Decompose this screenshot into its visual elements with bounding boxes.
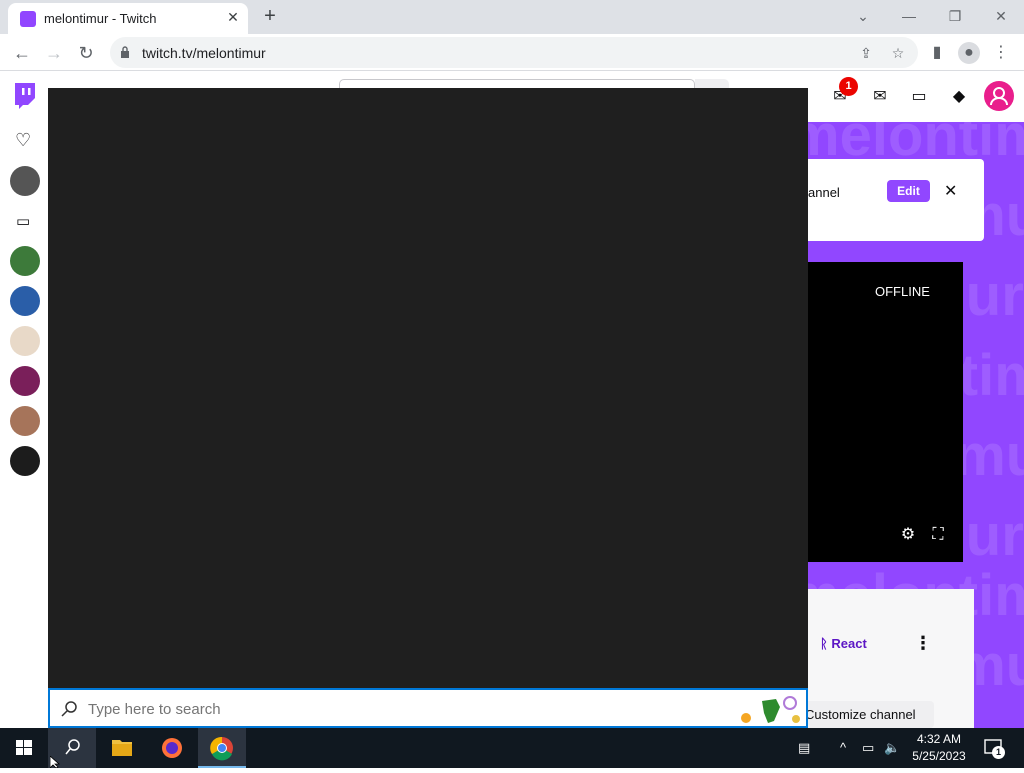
offline-video-player[interactable]: OFFLINE ⚙ ⛶	[808, 262, 963, 562]
browser-tab-strip: melontimur - Twitch ✕ + ⌄ — ❐ ✕	[0, 0, 1024, 34]
firefox-icon	[162, 738, 182, 758]
back-icon[interactable]: ←	[9, 40, 35, 66]
inbox-icon[interactable]: ✉	[869, 86, 891, 108]
twitch-logo-icon[interactable]	[13, 83, 37, 109]
browser-toolbar: ← → ↻ twitch.tv/melontimur ⇪ ☆ ▮ ● ⋮	[0, 34, 1024, 71]
search-icon	[61, 701, 77, 717]
restore-window-button[interactable]: ❐	[935, 2, 975, 30]
windows-taskbar: ▤ ^ ▭ 🔈 4:32 AM 5/25/2023 1	[0, 728, 1024, 768]
url-text[interactable]: twitch.tv/melontimur	[142, 45, 266, 61]
edit-button[interactable]: Edit	[887, 180, 930, 202]
share-icon[interactable]: ⇪	[858, 45, 874, 61]
twitch-favicon-icon	[20, 11, 36, 27]
user-avatar[interactable]	[984, 81, 1014, 111]
volume-icon[interactable]: 🔈	[884, 740, 900, 756]
react-button[interactable]: ᚱ React	[820, 636, 867, 651]
offline-label: OFFLINE	[875, 284, 930, 299]
mouse-cursor-icon	[50, 756, 61, 768]
taskbar-file-explorer[interactable]	[98, 728, 146, 768]
chrome-icon	[210, 736, 233, 761]
clock-date: 5/25/2023	[912, 749, 966, 763]
search-input[interactable]	[88, 698, 688, 720]
close-tab-icon[interactable]: ✕	[224, 8, 242, 26]
followed-channels-sidebar: ♡ ▭	[0, 122, 50, 728]
windows-logo-icon	[16, 740, 32, 755]
close-window-button[interactable]: ✕	[981, 2, 1021, 30]
customize-channel-button[interactable]: Customize channel	[800, 701, 934, 728]
channel-avatar[interactable]	[10, 406, 40, 436]
folder-icon	[112, 740, 132, 756]
forward-icon[interactable]: →	[41, 40, 67, 66]
channel-avatar[interactable]	[10, 166, 40, 196]
channel-avatar[interactable]	[10, 366, 40, 396]
new-tab-button[interactable]: +	[258, 4, 282, 28]
channel-avatar[interactable]	[10, 246, 40, 276]
fullscreen-icon[interactable]: ⛶	[929, 526, 947, 544]
whispers-icon[interactable]: ▭	[908, 86, 930, 108]
windows-search-box[interactable]	[48, 688, 808, 728]
taskbar-clock[interactable]: 4:32 AM 5/25/2023	[906, 731, 972, 765]
user-icon	[990, 87, 1008, 106]
settings-gear-icon[interactable]: ⚙	[899, 526, 917, 544]
action-center-button[interactable]: 1	[982, 736, 1006, 760]
show-hidden-icons-icon[interactable]: ^	[840, 740, 846, 755]
taskbar-firefox[interactable]	[148, 728, 196, 768]
windows-search-panel	[48, 88, 808, 688]
channel-avatar[interactable]	[10, 286, 40, 316]
bookmark-star-icon[interactable]: ☆	[890, 45, 906, 61]
card-text: annel	[808, 185, 840, 200]
address-bar[interactable]: twitch.tv/melontimur ⇪ ☆	[110, 37, 918, 68]
reload-icon[interactable]: ↻	[73, 40, 99, 66]
tab-title: melontimur - Twitch	[44, 11, 157, 26]
close-card-icon[interactable]: ✕	[944, 181, 957, 201]
browser-menu-icon[interactable]: ⋮	[990, 42, 1012, 64]
followed-heart-icon: ♡	[15, 130, 32, 150]
side-panel-icon[interactable]: ▮	[926, 42, 948, 64]
search-highlight-doodle-icon[interactable]	[736, 693, 806, 727]
live-camera-icon: ▭	[16, 213, 31, 230]
start-button[interactable]	[0, 728, 48, 768]
more-options-icon[interactable]: ⋮	[914, 633, 932, 654]
channel-avatar[interactable]	[10, 326, 40, 356]
minimize-window-button[interactable]: —	[889, 2, 929, 30]
tab-search-icon[interactable]: ⌄	[843, 2, 883, 30]
browser-tab[interactable]: melontimur - Twitch ✕	[8, 3, 248, 34]
setup-card: annel Edit ✕	[808, 159, 984, 241]
profile-icon[interactable]: ●	[958, 42, 980, 64]
lock-icon[interactable]	[120, 46, 130, 58]
notification-badge: 1	[839, 77, 858, 96]
notification-count-badge: 1	[992, 746, 1005, 759]
channel-avatar[interactable]	[10, 446, 40, 476]
react-icon: ᚱ	[820, 636, 832, 651]
react-label: React	[831, 636, 867, 651]
clock-time: 4:32 AM	[916, 732, 962, 746]
bits-icon[interactable]: ◆	[948, 86, 970, 108]
news-widget-icon[interactable]: ▤	[798, 740, 810, 756]
taskbar-chrome[interactable]	[198, 728, 246, 768]
network-icon[interactable]: ▭	[862, 740, 874, 756]
